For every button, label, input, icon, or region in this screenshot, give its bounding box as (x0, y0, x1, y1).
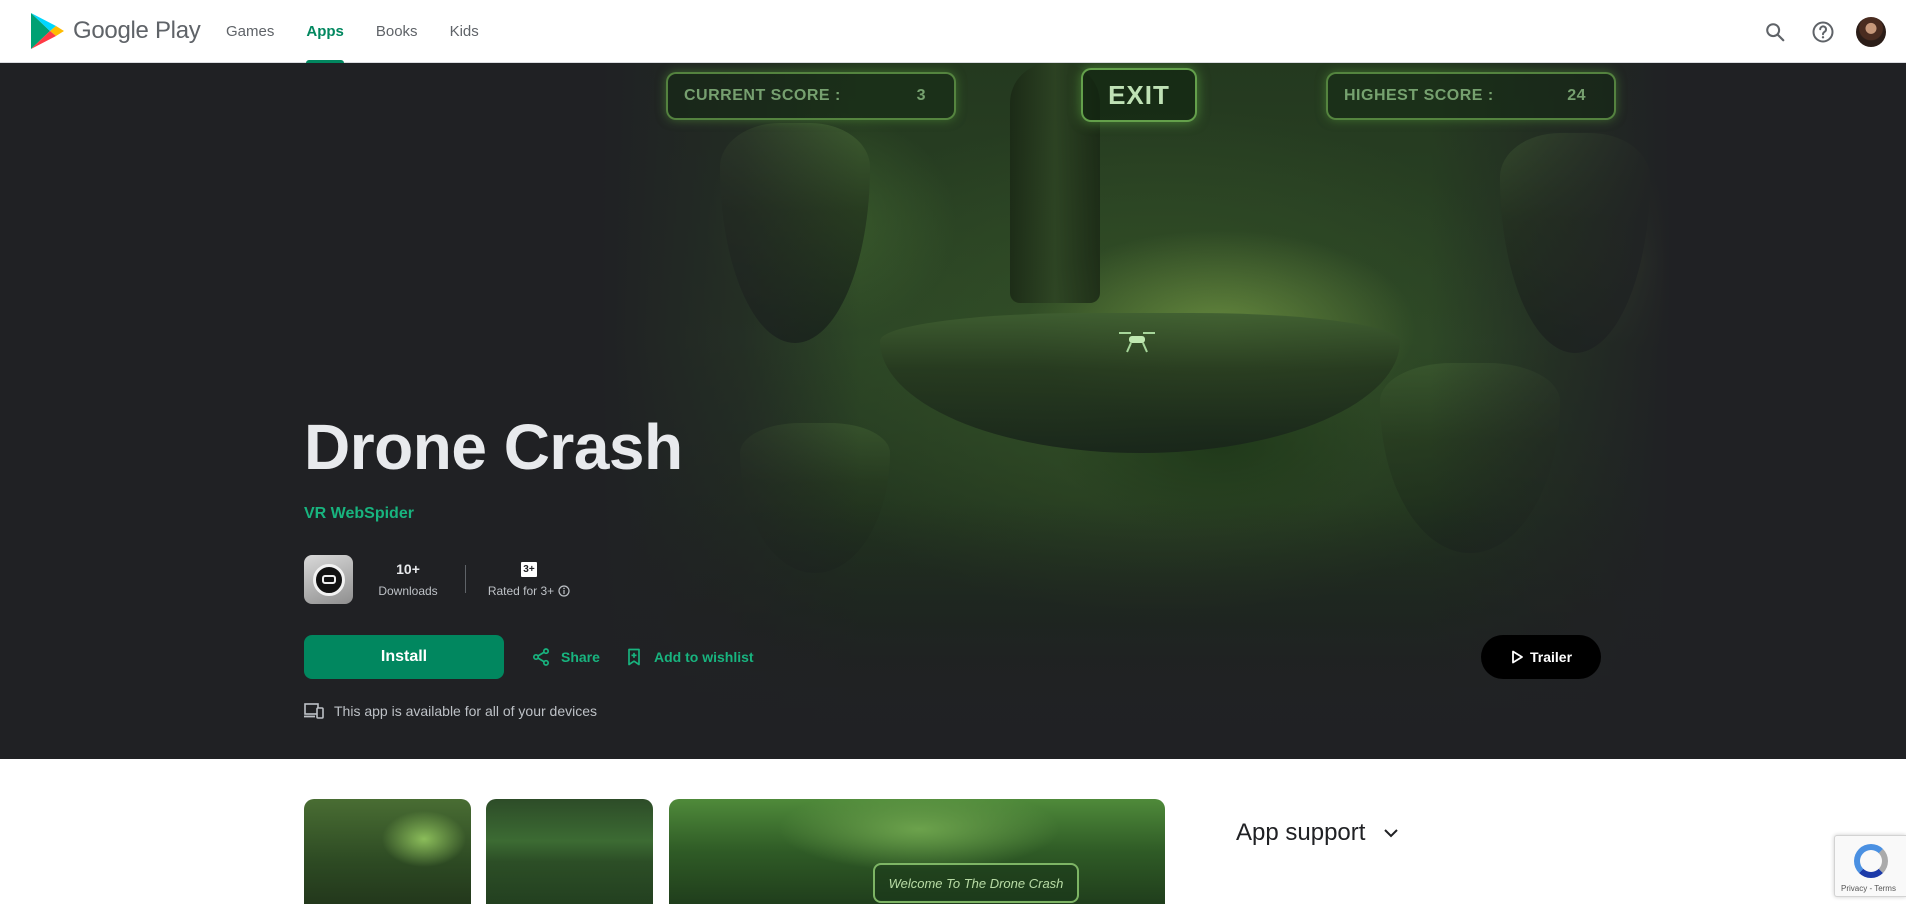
help-icon (1812, 21, 1834, 42)
top-app-bar: Google Play Games Apps Books Kids (0, 0, 1906, 63)
current-score-value: 3 (916, 87, 926, 104)
main-nav: Games Apps Books Kids (226, 0, 495, 63)
highest-score-label: HIGHEST SCORE : (1344, 87, 1494, 104)
recaptcha-icon (1854, 844, 1888, 878)
downloads-label: Downloads (378, 584, 438, 598)
nav-apps[interactable]: Apps (290, 0, 360, 63)
nav-games[interactable]: Games (226, 0, 290, 63)
downloads-value: 10+ (396, 561, 420, 577)
stat-divider (465, 565, 466, 593)
google-play-logo[interactable]: Google Play (29, 11, 201, 51)
chevron-down-icon (1384, 829, 1399, 838)
rating-badge-wrap: 3+ (484, 560, 574, 578)
share-icon (533, 648, 549, 666)
rating-label: Rated for 3+ (487, 584, 555, 598)
search-icon (1766, 22, 1785, 41)
share-button[interactable]: Share (531, 645, 600, 669)
screenshot-thumbnail[interactable] (486, 799, 653, 904)
hero-fade-bottom (600, 503, 1670, 759)
devices-icon (304, 703, 324, 719)
recaptcha-links[interactable]: Privacy - Terms (1841, 884, 1896, 893)
brand-text: Google Play (73, 17, 201, 44)
install-button[interactable]: Install (304, 635, 504, 679)
app-support-label: App support (1236, 819, 1366, 846)
header-actions (1751, 0, 1906, 63)
app-icon-emblem (312, 563, 345, 596)
bookmark-add-icon (628, 648, 640, 666)
content-rating-stat: 3+ Rated for 3+ (484, 560, 574, 598)
nav-kids[interactable]: Kids (434, 0, 495, 63)
current-score-panel: CURRENT SCORE : 3 (666, 72, 956, 120)
recaptcha-badge[interactable]: Privacy - Terms (1834, 835, 1906, 897)
welcome-banner: Welcome To The Drone Crash (873, 863, 1079, 903)
downloads-stat: 10+ Downloads (373, 560, 443, 598)
app-icon (304, 555, 353, 604)
wishlist-button[interactable]: Add to wishlist (624, 645, 754, 669)
highest-score-value: 24 (1567, 87, 1586, 104)
devices-availability: This app is available for all of your de… (304, 703, 597, 719)
highest-score-panel: HIGHEST SCORE : 24 (1326, 72, 1616, 120)
app-support-toggle[interactable]: App support (1236, 819, 1399, 847)
play-triangle-icon (31, 13, 64, 49)
trailer-label: Trailer (1529, 649, 1573, 665)
help-button[interactable] (1799, 8, 1847, 56)
wishlist-label: Add to wishlist (654, 649, 754, 665)
info-icon (558, 585, 570, 597)
avatar[interactable] (1856, 16, 1886, 47)
nav-books[interactable]: Books (360, 0, 434, 63)
app-title: Drone Crash (304, 411, 683, 483)
drone-graphic (1119, 332, 1155, 353)
rating-label-row[interactable]: Rated for 3+ (484, 584, 574, 598)
app-hero: CURRENT SCORE : 3 EXIT HIGHEST SCORE : 2… (0, 63, 1906, 759)
developer-link[interactable]: VR WebSpider (304, 505, 414, 523)
screenshot-thumbnail[interactable] (304, 799, 471, 904)
rating-badge: 3+ (521, 561, 537, 577)
play-icon (1512, 650, 1523, 664)
search-button[interactable] (1751, 8, 1799, 56)
share-label: Share (561, 649, 600, 665)
trailer-button[interactable]: Trailer (1481, 635, 1601, 679)
screenshot-thumbnail[interactable]: Welcome To The Drone Crash (669, 799, 1165, 904)
exit-panel: EXIT (1081, 68, 1197, 122)
current-score-label: CURRENT SCORE : (684, 87, 841, 104)
devices-note: This app is available for all of your de… (334, 703, 598, 719)
